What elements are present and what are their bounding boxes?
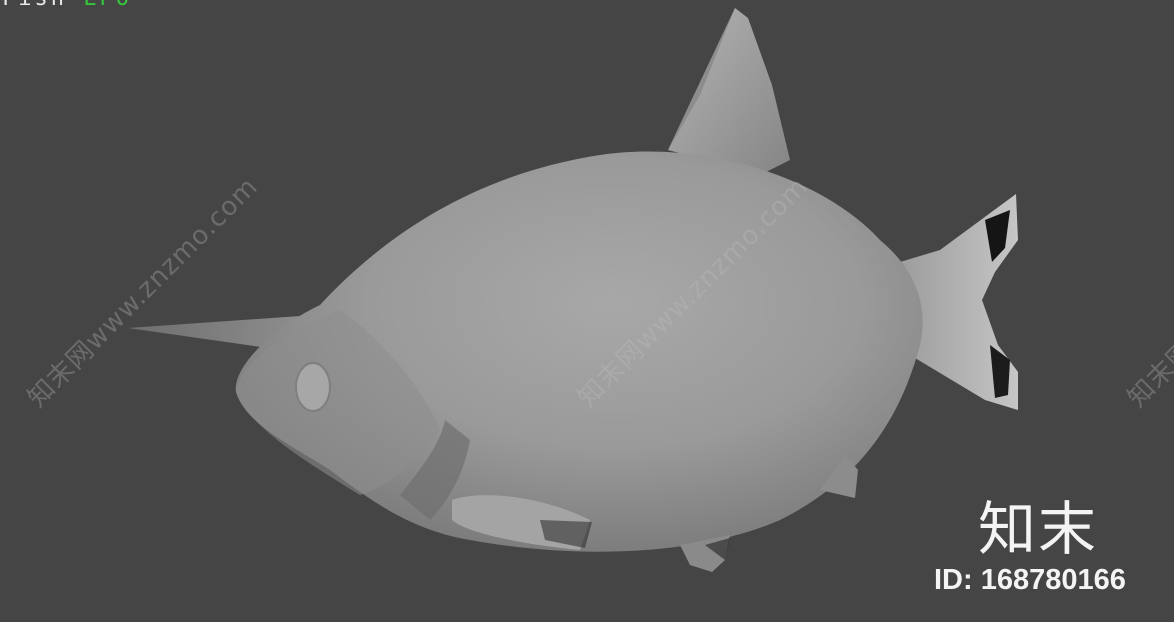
dorsal-fin xyxy=(668,8,790,175)
3d-viewport[interactable]: Fish LPO xyxy=(0,0,1174,622)
brand-logo-text: 知末 xyxy=(978,495,1099,563)
model-id-label: ID: 168780166 xyxy=(934,564,1126,596)
fish-eye xyxy=(295,362,331,412)
